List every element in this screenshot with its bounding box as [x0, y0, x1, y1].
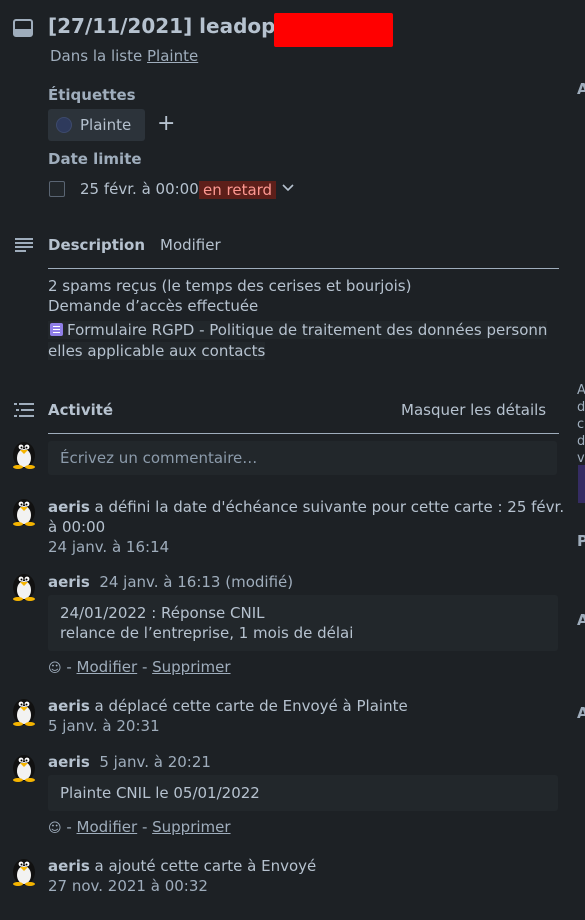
- activity-text: a défini la date d'échéance suivante pou…: [94, 498, 565, 516]
- comment-header: aeris 24 janv. à 16:13 (modifié): [48, 572, 293, 592]
- sidebar-heading-fragment: A: [577, 611, 585, 629]
- activity-user[interactable]: aeris: [48, 857, 90, 875]
- activity-timestamp[interactable]: 24 janv. à 16:13 (modifié): [99, 573, 293, 591]
- comment-actions: ☺︎ - Modifier - Supprimer: [48, 818, 231, 836]
- card-icon: [13, 19, 33, 37]
- chevron-down-icon[interactable]: [282, 184, 294, 192]
- list-link[interactable]: Plainte: [147, 47, 198, 65]
- card-title[interactable]: [27/11/2021] leadoptin: [48, 14, 306, 38]
- description-text[interactable]: 2 spams reçus (le temps des cerises et b…: [48, 276, 411, 316]
- modify-comment-link[interactable]: Modifier: [77, 658, 138, 676]
- avatar[interactable]: [8, 494, 40, 526]
- comment-bubble[interactable]: 24/01/2022 : Réponse CNIL relance de l’e…: [48, 595, 558, 651]
- sidebar-heading-fragment: P: [577, 532, 585, 550]
- comment-bubble[interactable]: Plainte CNIL le 05/01/2022: [48, 775, 558, 811]
- attachment-text-2: elles applicable aux contacts: [48, 342, 266, 360]
- sidebar-heading-fragment: A: [577, 80, 585, 98]
- activity-text: a ajouté cette carte à Envoyé: [94, 857, 317, 875]
- avatar[interactable]: [8, 750, 40, 782]
- emoji-reaction-icon[interactable]: ☺︎: [48, 661, 62, 676]
- emoji-reaction-icon[interactable]: ☺︎: [48, 821, 62, 836]
- activity-icon: [14, 403, 34, 417]
- due-heading: Date limite: [48, 150, 142, 168]
- label-name: Plainte: [80, 116, 132, 134]
- description-icon: [15, 238, 33, 252]
- activity-user[interactable]: aeris: [48, 573, 90, 591]
- description-line: Demande d’accès effectuée: [48, 297, 259, 315]
- sidebar-heading-fragment: A: [577, 704, 585, 722]
- form-icon: [50, 323, 63, 336]
- activity-entry: aeris a déplacé cette carte de Envoyé à …: [48, 696, 408, 736]
- comment-input[interactable]: Écrivez un commentaire…: [48, 441, 557, 475]
- list-location: Dans la liste Plainte: [50, 47, 198, 65]
- activity-timestamp[interactable]: 5 janv. à 20:21: [99, 753, 211, 771]
- labels-heading: Étiquettes: [48, 86, 136, 104]
- comment-line: relance de l’entreprise, 1 mois de délai: [60, 624, 354, 642]
- activity-timestamp[interactable]: 27 nov. 2021 à 00:32: [48, 877, 208, 895]
- sidebar-button-fragment[interactable]: [578, 465, 585, 503]
- redacted-block: [274, 13, 393, 47]
- activity-entry: aeris a défini la date d'échéance suivan…: [48, 497, 564, 557]
- due-date-value[interactable]: 25 févr. à 00:00: [80, 180, 199, 198]
- description-heading: Description: [48, 236, 146, 254]
- activity-text: a déplacé cette carte de Envoyé à Plaint…: [94, 697, 408, 715]
- activity-timestamp[interactable]: 5 janv. à 20:31: [48, 717, 160, 735]
- comment-actions: ☺︎ - Modifier - Supprimer: [48, 658, 231, 676]
- sidebar-text-fragment: A d c d v: [577, 383, 585, 466]
- avatar[interactable]: [8, 569, 40, 601]
- comment-line: 24/01/2022 : Réponse CNIL: [60, 604, 265, 622]
- activity-user[interactable]: aeris: [48, 498, 90, 516]
- overdue-badge: en retard: [199, 181, 277, 199]
- attachment-text-1: Formulaire RGPD - Politique de traitemen…: [67, 321, 548, 339]
- avatar[interactable]: [8, 694, 40, 726]
- avatar[interactable]: [8, 854, 40, 886]
- activity-user[interactable]: aeris: [48, 697, 90, 715]
- description-attachment[interactable]: Formulaire RGPD - Politique de traitemen…: [48, 320, 558, 362]
- delete-comment-link[interactable]: Supprimer: [152, 658, 230, 676]
- list-location-prefix: Dans la liste: [50, 47, 143, 65]
- description-line: 2 spams reçus (le temps des cerises et b…: [48, 277, 412, 295]
- hide-details-button[interactable]: Masquer les détails: [401, 401, 546, 419]
- edit-description-button[interactable]: Modifier: [160, 236, 221, 254]
- activity-heading: Activité: [48, 401, 114, 419]
- modify-comment-link[interactable]: Modifier: [77, 818, 138, 836]
- activity-divider: [48, 433, 559, 434]
- comment-header: aeris 5 janv. à 20:21: [48, 752, 211, 772]
- activity-user[interactable]: aeris: [48, 753, 90, 771]
- add-label-button[interactable]: +: [157, 113, 175, 135]
- description-divider: [48, 268, 559, 269]
- activity-text-cont: à 00:00: [48, 518, 106, 536]
- avatar[interactable]: [8, 437, 40, 469]
- comment-line: Plainte CNIL le 05/01/2022: [60, 784, 260, 802]
- label-chip[interactable]: Plainte: [48, 109, 146, 141]
- delete-comment-link[interactable]: Supprimer: [152, 818, 230, 836]
- activity-timestamp[interactable]: 24 janv. à 16:14: [48, 538, 169, 556]
- label-color-dot: [56, 117, 72, 133]
- due-complete-checkbox[interactable]: [49, 181, 65, 197]
- activity-entry: aeris a ajouté cette carte à Envoyé 27 n…: [48, 856, 316, 896]
